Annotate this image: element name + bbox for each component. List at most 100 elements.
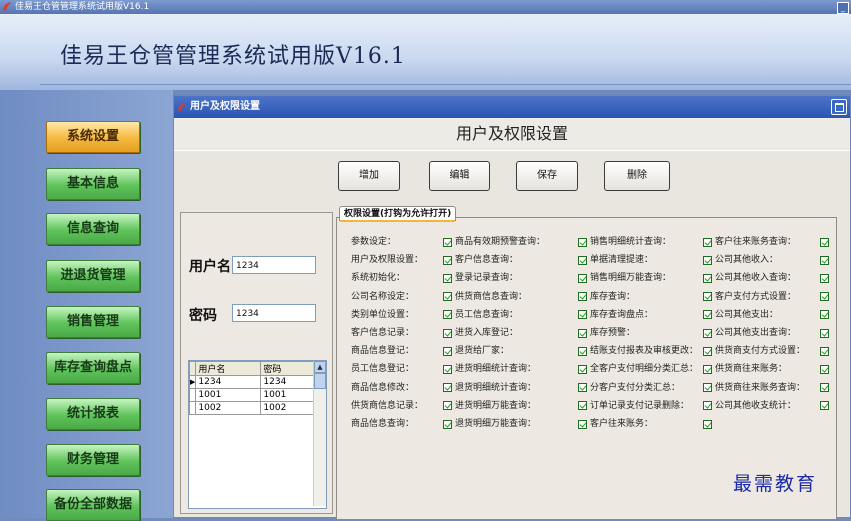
cell-username[interactable]: 1002 [195,401,262,415]
permission-label: 公司名称设定： [351,291,415,302]
window-title: 佳易王仓管管理系统试用版V16.1 [15,2,150,12]
permission-label: 结账支付报表及审核更改： [590,346,699,357]
nav-backup[interactable]: 备份全部数据 [46,489,140,521]
user-table[interactable]: 用户名 密码 ▶ 1234 1234 1001 1001 1002 1002 ▲ [188,360,327,509]
minimize-button[interactable]: _ [837,2,849,14]
column-header-username[interactable]: 用户名 [195,361,262,376]
permission-checkbox[interactable] [578,310,587,320]
permission-label: 退货给厂家： [455,346,510,357]
table-row[interactable]: 1001 1001 [189,388,317,402]
permission-checkbox[interactable] [443,328,452,338]
permission-checkbox[interactable] [443,364,452,374]
permission-checkbox[interactable] [443,273,452,283]
permission-checkbox[interactable] [820,255,829,265]
permissions-tab[interactable]: 权限设置(打钩为允许打开) [339,206,457,222]
nav-basic-info[interactable]: 基本信息 [46,168,140,200]
permission-checkbox[interactable] [703,292,712,302]
permission-label: 库存预警： [590,328,636,338]
permission-checkbox[interactable] [703,255,712,265]
permission-label: 客户信息查询： [455,255,519,266]
permission-label: 库存查询盘点： [590,309,654,320]
permission-checkbox[interactable] [820,310,829,320]
table-scrollbar[interactable]: ▲ [313,361,326,506]
permission-label: 公司其他收入： [715,255,779,266]
permission-checkbox[interactable] [578,292,587,302]
permission-checkbox[interactable] [443,255,452,265]
nav-info-query[interactable]: 信息查询 [46,213,140,245]
permission-label: 商品信息查询： [351,419,415,429]
permission-checkbox[interactable] [578,364,587,374]
add-button[interactable]: 增加 [338,161,400,191]
permission-checkbox[interactable] [703,273,712,283]
permission-label: 全客户支付明细分类汇总： [590,364,699,375]
cell-password[interactable]: 1001 [260,388,317,402]
permission-label: 公司其他收入查询： [715,273,797,284]
app-title: 佳易王仓管管理系统试用版V16.1 [60,44,406,69]
username-field[interactable]: 1234 [232,256,316,274]
permission-checkbox[interactable] [578,419,587,429]
permission-checkbox[interactable] [443,346,452,356]
table-row[interactable]: ▶ 1234 1234 [189,375,317,389]
permission-checkbox[interactable] [443,310,452,320]
permission-checkbox[interactable] [443,383,452,393]
table-row[interactable]: 1002 1002 [189,401,317,415]
subwindow-titlebar: 用户及权限设置 [174,96,850,118]
nav-inventory[interactable]: 库存查询盘点 [46,352,140,384]
permission-checkbox[interactable] [820,237,829,247]
permission-checkbox[interactable] [578,383,587,393]
permission-checkbox[interactable] [703,328,712,338]
nav-system-settings[interactable]: 系统设置 [46,121,140,153]
permission-checkbox[interactable] [703,419,712,429]
nav-finance[interactable]: 财务管理 [46,444,140,476]
permission-checkbox[interactable] [578,255,587,265]
permission-checkbox[interactable] [820,292,829,302]
permission-checkbox[interactable] [703,401,712,411]
column-header-password[interactable]: 密码 [260,361,317,376]
permission-checkbox[interactable] [443,401,452,411]
permission-checkbox[interactable] [578,346,587,356]
permission-checkbox[interactable] [578,273,587,283]
permission-checkbox[interactable] [820,328,829,338]
permission-checkbox[interactable] [578,401,587,411]
permission-checkbox[interactable] [703,346,712,356]
permission-checkbox[interactable] [820,346,829,356]
permission-label: 退货明细万能查询： [455,419,537,429]
permission-checkbox[interactable] [820,401,829,411]
cell-password[interactable]: 1002 [260,401,317,415]
permission-label: 员工信息查询： [455,309,519,320]
edit-button[interactable]: 编辑 [429,161,490,191]
cell-password[interactable]: 1234 [260,375,317,389]
permission-checkbox[interactable] [703,383,712,393]
permission-checkbox[interactable] [443,292,452,302]
maximize-button[interactable] [831,99,847,115]
permission-label: 客户往来账务： [590,419,654,429]
permission-label: 商品信息登记： [351,346,415,357]
permission-checkbox[interactable] [578,328,587,338]
password-field[interactable]: 1234 [232,304,316,322]
permission-label: 销售明细万能查询： [590,273,672,284]
permission-checkbox[interactable] [703,310,712,320]
cell-username[interactable]: 1234 [195,375,262,389]
permission-checkbox[interactable] [578,237,587,247]
heading-divider [174,150,850,151]
permission-checkbox[interactable] [820,273,829,283]
permission-checkbox[interactable] [443,237,452,247]
app-logo-icon [177,103,187,112]
cell-username[interactable]: 1001 [195,388,262,402]
nav-purchase-return[interactable]: 进退货管理 [46,260,140,292]
nav-sales[interactable]: 销售管理 [46,306,140,338]
save-button[interactable]: 保存 [516,161,578,191]
permission-checkbox[interactable] [703,237,712,247]
scroll-up-icon[interactable]: ▲ [314,361,326,373]
permission-label: 进货入库登记： [455,328,519,338]
permission-checkbox[interactable] [820,364,829,374]
scroll-thumb[interactable] [314,373,326,389]
permission-checkbox[interactable] [820,383,829,393]
permission-checkbox[interactable] [443,419,452,429]
permission-label: 供货商支付方式设置： [715,346,806,357]
permission-checkbox[interactable] [703,364,712,374]
permission-label: 供货商往来账务： [715,364,788,375]
nav-reports[interactable]: 统计报表 [46,398,140,430]
permission-label: 员工信息登记： [351,364,415,375]
delete-button[interactable]: 删除 [604,161,670,191]
